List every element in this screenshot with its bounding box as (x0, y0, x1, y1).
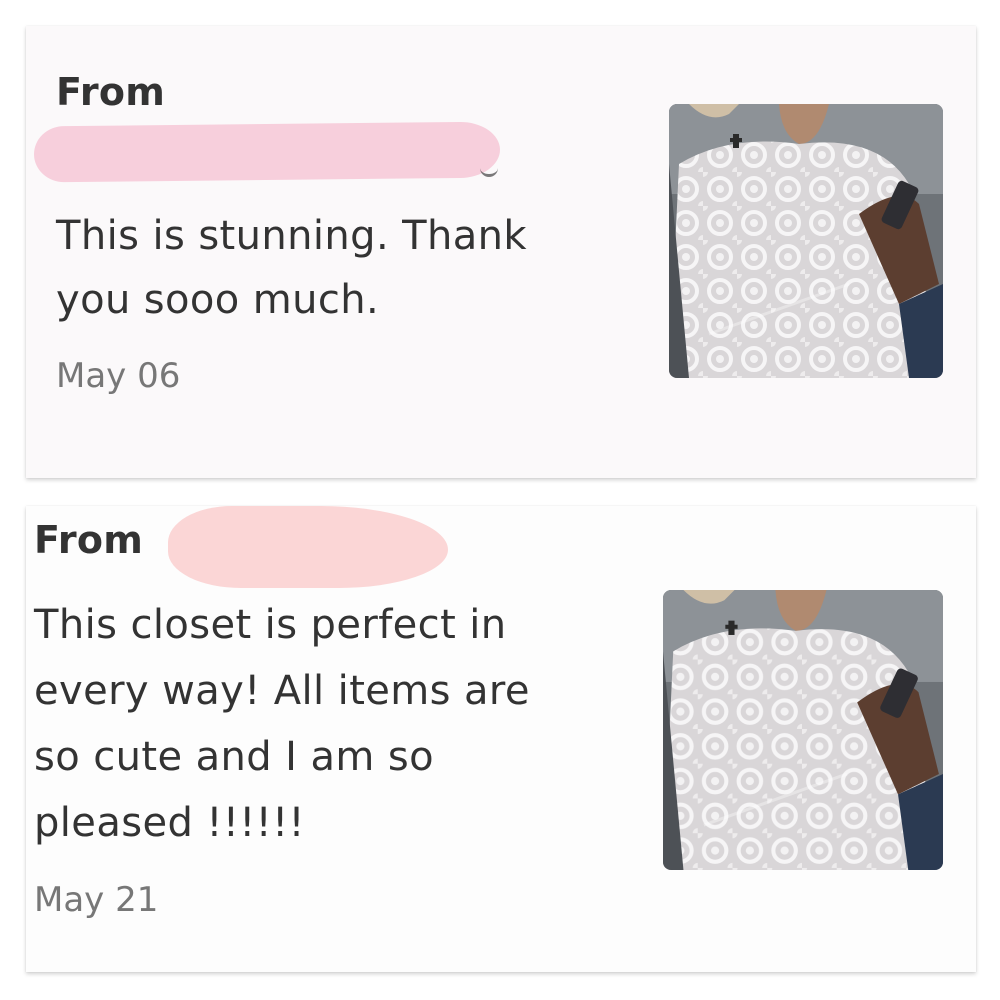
review-message: This is stunning. Thank you sooo much. (56, 213, 527, 323)
review-card[interactable]: From This is stunning. Thank you sooo mu… (26, 26, 976, 478)
review-date: May 21 (34, 880, 159, 920)
from-label: From (34, 518, 144, 562)
review-message: This closet is perfect in every way! All… (34, 602, 530, 846)
redacted-username (168, 506, 448, 588)
product-thumbnail[interactable] (669, 104, 943, 378)
review-date: May 06 (56, 356, 181, 396)
lace-blouse-photo (669, 104, 943, 378)
product-thumbnail[interactable] (663, 590, 943, 870)
redacted-username (33, 121, 501, 183)
review-card[interactable]: From This closet is perfect in every way… (26, 506, 976, 972)
reviews-page: From This is stunning. Thank you sooo mu… (0, 0, 1000, 1000)
from-label: From (56, 70, 166, 114)
redacted-username-tail (480, 168, 498, 177)
lace-blouse-photo (663, 590, 943, 870)
